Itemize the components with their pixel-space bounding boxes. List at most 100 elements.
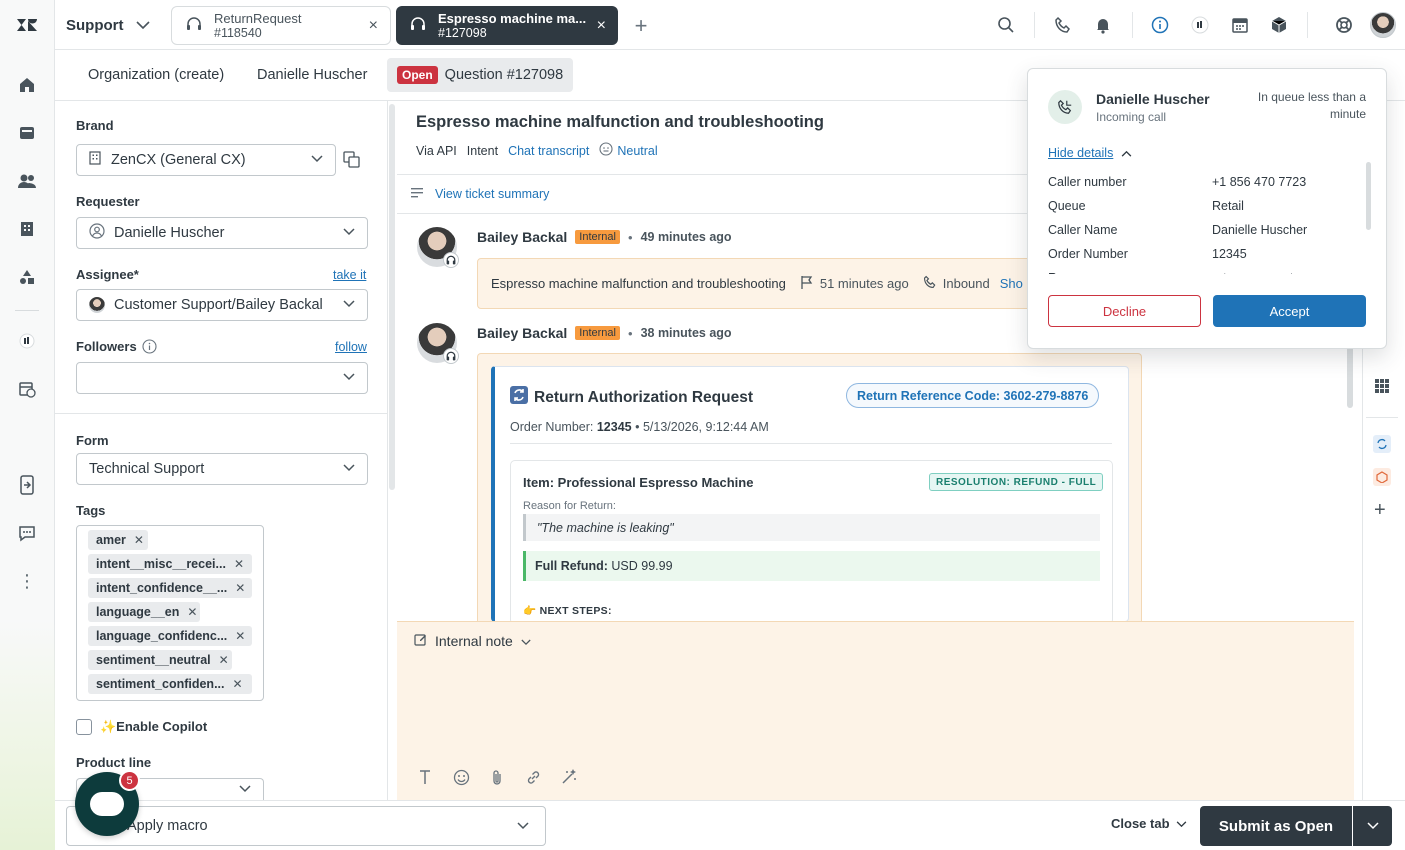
remove-tag-icon[interactable]: ✕ bbox=[219, 653, 229, 667]
phone-icon[interactable] bbox=[1050, 12, 1076, 38]
bell-icon[interactable] bbox=[1090, 12, 1116, 38]
product-switcher[interactable]: Support bbox=[66, 12, 150, 38]
apps-grid-icon[interactable] bbox=[1374, 378, 1390, 397]
tags-label: Tags bbox=[76, 503, 106, 518]
detail-row: Queue Retail bbox=[1048, 199, 1244, 213]
tag-chip: language_confidenc... ✕ bbox=[88, 626, 252, 646]
remove-tag-icon[interactable]: ✕ bbox=[134, 533, 144, 547]
device-transfer-icon[interactable] bbox=[12, 470, 42, 500]
help-lifebuoy-icon[interactable] bbox=[1331, 12, 1357, 38]
chevron-down-icon bbox=[135, 17, 150, 34]
breadcrumb-requester[interactable]: Danielle Huscher bbox=[247, 58, 377, 92]
add-app-icon[interactable]: + bbox=[1374, 500, 1386, 520]
organizations-icon[interactable] bbox=[12, 214, 42, 244]
close-tab-button[interactable]: Close tab bbox=[1111, 816, 1187, 831]
user-avatar[interactable] bbox=[1370, 12, 1396, 38]
chevron-down-icon bbox=[343, 299, 355, 311]
caller-name: Danielle Huscher bbox=[1096, 91, 1210, 107]
tab-espresso-ticket[interactable]: Espresso machine ma... #127098 × bbox=[396, 6, 618, 45]
add-tab-icon[interactable]: + bbox=[628, 13, 654, 39]
attachment-icon[interactable] bbox=[485, 765, 509, 789]
chevron-down-icon bbox=[343, 463, 355, 475]
app-package-icon[interactable] bbox=[1373, 468, 1391, 486]
topbar-divider bbox=[1307, 12, 1308, 38]
apply-macro-select[interactable]: Apply macro bbox=[66, 806, 546, 846]
chat-icon[interactable] bbox=[12, 518, 42, 548]
event-duration: 51 minutes ago bbox=[819, 276, 909, 291]
submit-button[interactable]: Submit as Open bbox=[1200, 806, 1352, 846]
info-icon[interactable] bbox=[1147, 12, 1173, 38]
rail-divider bbox=[15, 310, 39, 311]
macro-placeholder: Apply macro bbox=[127, 818, 208, 834]
box-icon[interactable] bbox=[1266, 12, 1292, 38]
author-name[interactable]: Bailey Backal bbox=[477, 325, 567, 341]
event-header: Bailey Backal Internal • 38 minutes ago bbox=[477, 325, 732, 341]
copilot-checkbox[interactable] bbox=[76, 719, 92, 735]
conversation-scrollbar[interactable] bbox=[1347, 340, 1353, 408]
view-summary-link[interactable]: View ticket summary bbox=[435, 187, 549, 201]
intent-value[interactable]: Chat transcript bbox=[508, 144, 589, 158]
close-icon[interactable]: × bbox=[369, 17, 378, 34]
submit-options-button[interactable] bbox=[1353, 806, 1392, 846]
close-icon[interactable]: × bbox=[597, 17, 606, 34]
app-sync-icon[interactable] bbox=[1373, 435, 1391, 453]
app-talk-icon[interactable] bbox=[1187, 12, 1213, 38]
composer-mode: Internal note bbox=[435, 633, 513, 649]
call-status: Incoming call bbox=[1096, 110, 1167, 124]
followers-select[interactable] bbox=[76, 362, 368, 394]
hide-details-link[interactable]: Hide details bbox=[1048, 146, 1132, 160]
panel-scrollbar[interactable] bbox=[389, 104, 395, 490]
tag-chip: intent__misc__recei... ✕ bbox=[88, 554, 252, 574]
emoji-icon[interactable] bbox=[449, 765, 473, 789]
show-more-link[interactable]: Sho bbox=[1000, 276, 1023, 291]
tab-title: Espresso machine ma... bbox=[438, 10, 587, 26]
order-number: 12345 bbox=[596, 420, 632, 434]
admin-shapes-icon[interactable] bbox=[12, 262, 42, 292]
composer-mode-select[interactable]: Internal note bbox=[414, 633, 531, 649]
info-icon[interactable] bbox=[142, 339, 157, 357]
accept-call-button[interactable]: Accept bbox=[1213, 295, 1366, 327]
resolution-badge: RESOLUTION: REFUND - FULL bbox=[929, 473, 1104, 491]
ticket-summary-row[interactable]: View ticket summary bbox=[397, 174, 1027, 214]
copy-icon[interactable] bbox=[343, 151, 361, 172]
headset-icon bbox=[443, 348, 459, 364]
remove-tag-icon[interactable]: ✕ bbox=[233, 677, 243, 691]
remove-tag-icon[interactable]: ✕ bbox=[235, 581, 245, 595]
decline-call-button[interactable]: Decline bbox=[1048, 295, 1201, 327]
views-icon[interactable] bbox=[12, 118, 42, 148]
chevron-down-icon bbox=[521, 633, 531, 649]
tag-chip: sentiment__neutral ✕ bbox=[88, 650, 232, 670]
link-icon[interactable] bbox=[521, 765, 545, 789]
zendesk-logo-icon[interactable] bbox=[12, 10, 42, 40]
calendar-clock-icon[interactable] bbox=[12, 374, 42, 404]
app-talk-icon[interactable] bbox=[12, 326, 42, 356]
assignee-select[interactable]: Customer Support/Bailey Backal bbox=[76, 289, 368, 321]
form-select[interactable]: Technical Support bbox=[76, 453, 368, 485]
chevron-down-icon bbox=[1176, 816, 1187, 831]
author-name[interactable]: Bailey Backal bbox=[477, 229, 567, 245]
remove-tag-icon[interactable]: ✕ bbox=[235, 629, 245, 643]
requester-select[interactable]: Danielle Huscher bbox=[76, 217, 368, 249]
calendar-icon[interactable] bbox=[1227, 12, 1253, 38]
breadcrumb-ticket[interactable]: Open Question #127098 bbox=[387, 58, 574, 92]
call-details-list: Caller number +1 856 470 7723 Queue Retail… bbox=[1048, 170, 1358, 274]
remove-tag-icon[interactable]: ✕ bbox=[234, 557, 244, 571]
sentiment-value[interactable]: Neutral bbox=[617, 144, 657, 158]
breadcrumb-organization[interactable]: Organization (create) bbox=[78, 58, 234, 92]
tab-return-request[interactable]: ReturnRequest #118540 × bbox=[171, 6, 391, 45]
brand-select[interactable]: ZenCX (General CX) bbox=[76, 144, 336, 176]
more-vertical-icon[interactable]: ⋮ bbox=[12, 566, 42, 596]
flag-icon bbox=[800, 275, 814, 293]
refund-line: Full Refund: USD 99.99 bbox=[523, 551, 1100, 581]
details-scrollbar[interactable] bbox=[1366, 162, 1371, 230]
follow-link[interactable]: follow bbox=[335, 340, 367, 354]
refresh-icon bbox=[510, 386, 528, 409]
customers-icon[interactable] bbox=[12, 166, 42, 196]
home-icon[interactable] bbox=[12, 70, 42, 100]
remove-tag-icon[interactable]: ✕ bbox=[187, 605, 197, 619]
detail-row: Reasonreturn_request bbox=[1048, 266, 1358, 274]
ai-magic-wand-icon[interactable] bbox=[557, 765, 581, 789]
take-it-link[interactable]: take it bbox=[333, 268, 366, 282]
search-icon[interactable] bbox=[993, 12, 1019, 38]
text-format-icon[interactable] bbox=[413, 765, 437, 789]
